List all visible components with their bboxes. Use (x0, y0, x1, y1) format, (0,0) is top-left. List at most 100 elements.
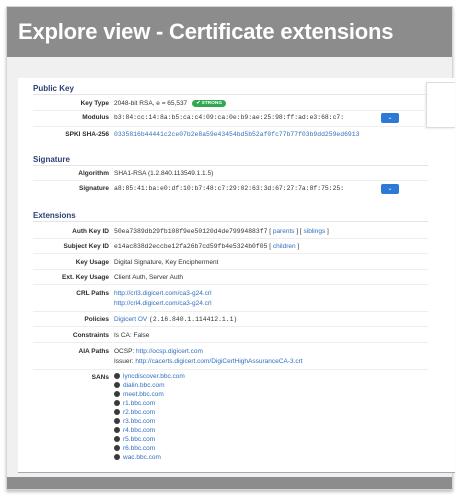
globe-icon (114, 409, 120, 415)
list-item[interactable]: wac.bbc.com (114, 454, 185, 463)
chevron-down-icon: ⌄ (387, 186, 393, 192)
bottom-bar (7, 477, 452, 489)
algorithm-text: SHA1-RSA (1.2.840.113549.1.1.5) (114, 170, 214, 177)
algorithm-label: Algorithm (78, 170, 109, 177)
row-divider (33, 238, 428, 239)
policies-label: Policies (84, 316, 109, 323)
issuer-link[interactable]: http://cacerts.digicert.com/DigiCertHigh… (135, 358, 302, 365)
children-link[interactable]: children (273, 243, 296, 250)
crl-paths-label: CRL Paths (76, 290, 109, 297)
san-link[interactable]: meet.bbc.com (123, 391, 164, 398)
key-type-text: 2048-bit RSA, e = 65,537 (114, 100, 188, 107)
spki-label: SPKI SHA-256 (65, 131, 109, 138)
san-link[interactable]: wac.bbc.com (123, 454, 161, 461)
signature-expand-button[interactable]: ⌄ (381, 184, 399, 194)
list-item[interactable]: r1.bbc.com (114, 400, 185, 409)
row-divider (33, 110, 428, 111)
crl-path-link[interactable]: http://crl3.digicert.com/ca3-g24.crl (114, 290, 212, 297)
sans-label: SANs (91, 374, 109, 381)
section-divider (33, 221, 428, 222)
key-usage-value: Digital Signature, Key Encipherment (114, 259, 219, 266)
row-divider (33, 253, 428, 254)
issuer-label: Issuer: (114, 358, 134, 365)
modulus-label: Modulus (82, 114, 109, 121)
auth-key-id-value: 50ea7389db29fb108f9ee50120d4de79994883f7… (114, 228, 329, 235)
section-divider (33, 94, 428, 95)
san-link[interactable]: r3.bbc.com (123, 418, 155, 425)
chevron-down-icon: ⌄ (387, 115, 393, 121)
ext-key-usage-label: Ext. Key Usage (62, 274, 109, 281)
sans-list: lyncdiscover.bbc.com dialin.bbc.com meet… (114, 373, 185, 463)
row-divider (33, 126, 428, 127)
list-item[interactable]: r6.bbc.com (114, 445, 185, 454)
algorithm-value: SHA1-RSA (1.2.840.113549.1.1.5) (114, 170, 213, 177)
policy-link[interactable]: Digicert OV (114, 316, 147, 323)
san-link[interactable]: dialin.bbc.com (123, 382, 165, 389)
section-signature-heading: Signature (33, 155, 70, 164)
signature-value: a8:85:41:ba:e0:df:10:b7:48:c7:29:02:63:3… (114, 185, 345, 192)
globe-icon (114, 454, 120, 460)
parents-link[interactable]: parents (273, 228, 295, 235)
constraints-label: Constraints (72, 332, 109, 339)
list-item[interactable]: r5.bbc.com (114, 436, 185, 445)
aia-ocsp-row: OCSP: http://ocsp.digicert.com (114, 348, 203, 355)
side-panel (426, 82, 455, 128)
globe-icon (114, 445, 120, 451)
globe-icon (114, 400, 120, 406)
subject-key-id-value: e14ac838d2eccbe12fa26b7cd59fb4e5324b0f05… (114, 243, 300, 250)
spki-link[interactable]: 0335816b44441c2ce07b2e8a59e43454bd5b52af… (114, 131, 359, 138)
globe-icon (114, 427, 120, 433)
policies-value: Digicert OV (2.16.840.1.114412.1.1) (114, 316, 237, 323)
key-type-label: Key Type (80, 100, 109, 107)
auth-key-id-label: Auth Key ID (72, 228, 109, 235)
section-extensions-heading: Extensions (33, 211, 76, 220)
ext-key-usage-value: Client Auth, Server Auth (114, 274, 184, 281)
modulus-value: b3:84:cc:14:8a:b5:ca:c4:09:ca:0e:b9:ae:2… (114, 114, 345, 121)
row-divider (33, 342, 428, 343)
aia-issuer-row: Issuer: http://cacerts.digicert.com/Digi… (114, 358, 303, 365)
auth-key-id-text: 50ea7389db29fb108f9ee50120d4de79994883f7 (114, 228, 268, 235)
signature-label: Signature (79, 185, 109, 192)
aia-paths-label: AIA Paths (78, 348, 109, 355)
siblings-link[interactable]: siblings (304, 228, 326, 235)
row-divider (33, 369, 428, 370)
list-item[interactable]: meet.bbc.com (114, 391, 185, 400)
san-link[interactable]: r2.bbc.com (123, 409, 155, 416)
globe-icon (114, 391, 120, 397)
row-divider (33, 180, 428, 181)
row-divider (33, 284, 428, 285)
section-divider (33, 165, 428, 166)
san-link[interactable]: r4.bbc.com (123, 427, 155, 434)
ocsp-link[interactable]: http://ocsp.digicert.com (136, 348, 203, 355)
strong-badge: ✔ STRONG (192, 100, 227, 107)
key-usage-label: Key Usage (75, 259, 109, 266)
certificate-panel: Public Key Key Type 2048-bit RSA, e = 65… (18, 78, 455, 473)
san-link[interactable]: r6.bbc.com (123, 445, 155, 452)
row-divider (33, 269, 428, 270)
modulus-expand-button[interactable]: ⌄ (381, 113, 399, 123)
list-item[interactable]: r3.bbc.com (114, 418, 185, 427)
san-link[interactable]: r5.bbc.com (123, 436, 155, 443)
section-public-key-heading: Public Key (33, 84, 74, 93)
screenshot-card: Explore view - Certificate extensions Pu… (6, 6, 455, 490)
ocsp-label: OCSP: (114, 348, 135, 355)
row-divider (33, 326, 428, 327)
crl-path-link[interactable]: http://crl4.digicert.com/ca3-g24.crl (114, 300, 212, 307)
list-item[interactable]: lyncdiscover.bbc.com (114, 373, 185, 382)
san-link[interactable]: lyncdiscover.bbc.com (123, 373, 185, 380)
globe-icon (114, 418, 120, 424)
subject-key-id-text: e14ac838d2eccbe12fa26b7cd59fb4e5324b0f05 (114, 243, 268, 250)
row-divider (33, 311, 428, 312)
globe-icon (114, 382, 120, 388)
policy-oid: (2.16.840.1.114412.1.1) (149, 316, 238, 323)
key-type-value: 2048-bit RSA, e = 65,537 ✔ STRONG (114, 100, 227, 107)
list-item[interactable]: dialin.bbc.com (114, 382, 185, 391)
constraints-value: Is CA: False (114, 332, 150, 339)
page-title: Explore view - Certificate extensions (7, 7, 452, 57)
san-link[interactable]: r1.bbc.com (123, 400, 155, 407)
globe-icon (114, 373, 120, 379)
list-item[interactable]: r4.bbc.com (114, 427, 185, 436)
subject-key-id-label: Subject Key ID (63, 243, 109, 250)
list-item[interactable]: r2.bbc.com (114, 409, 185, 418)
globe-icon (114, 436, 120, 442)
